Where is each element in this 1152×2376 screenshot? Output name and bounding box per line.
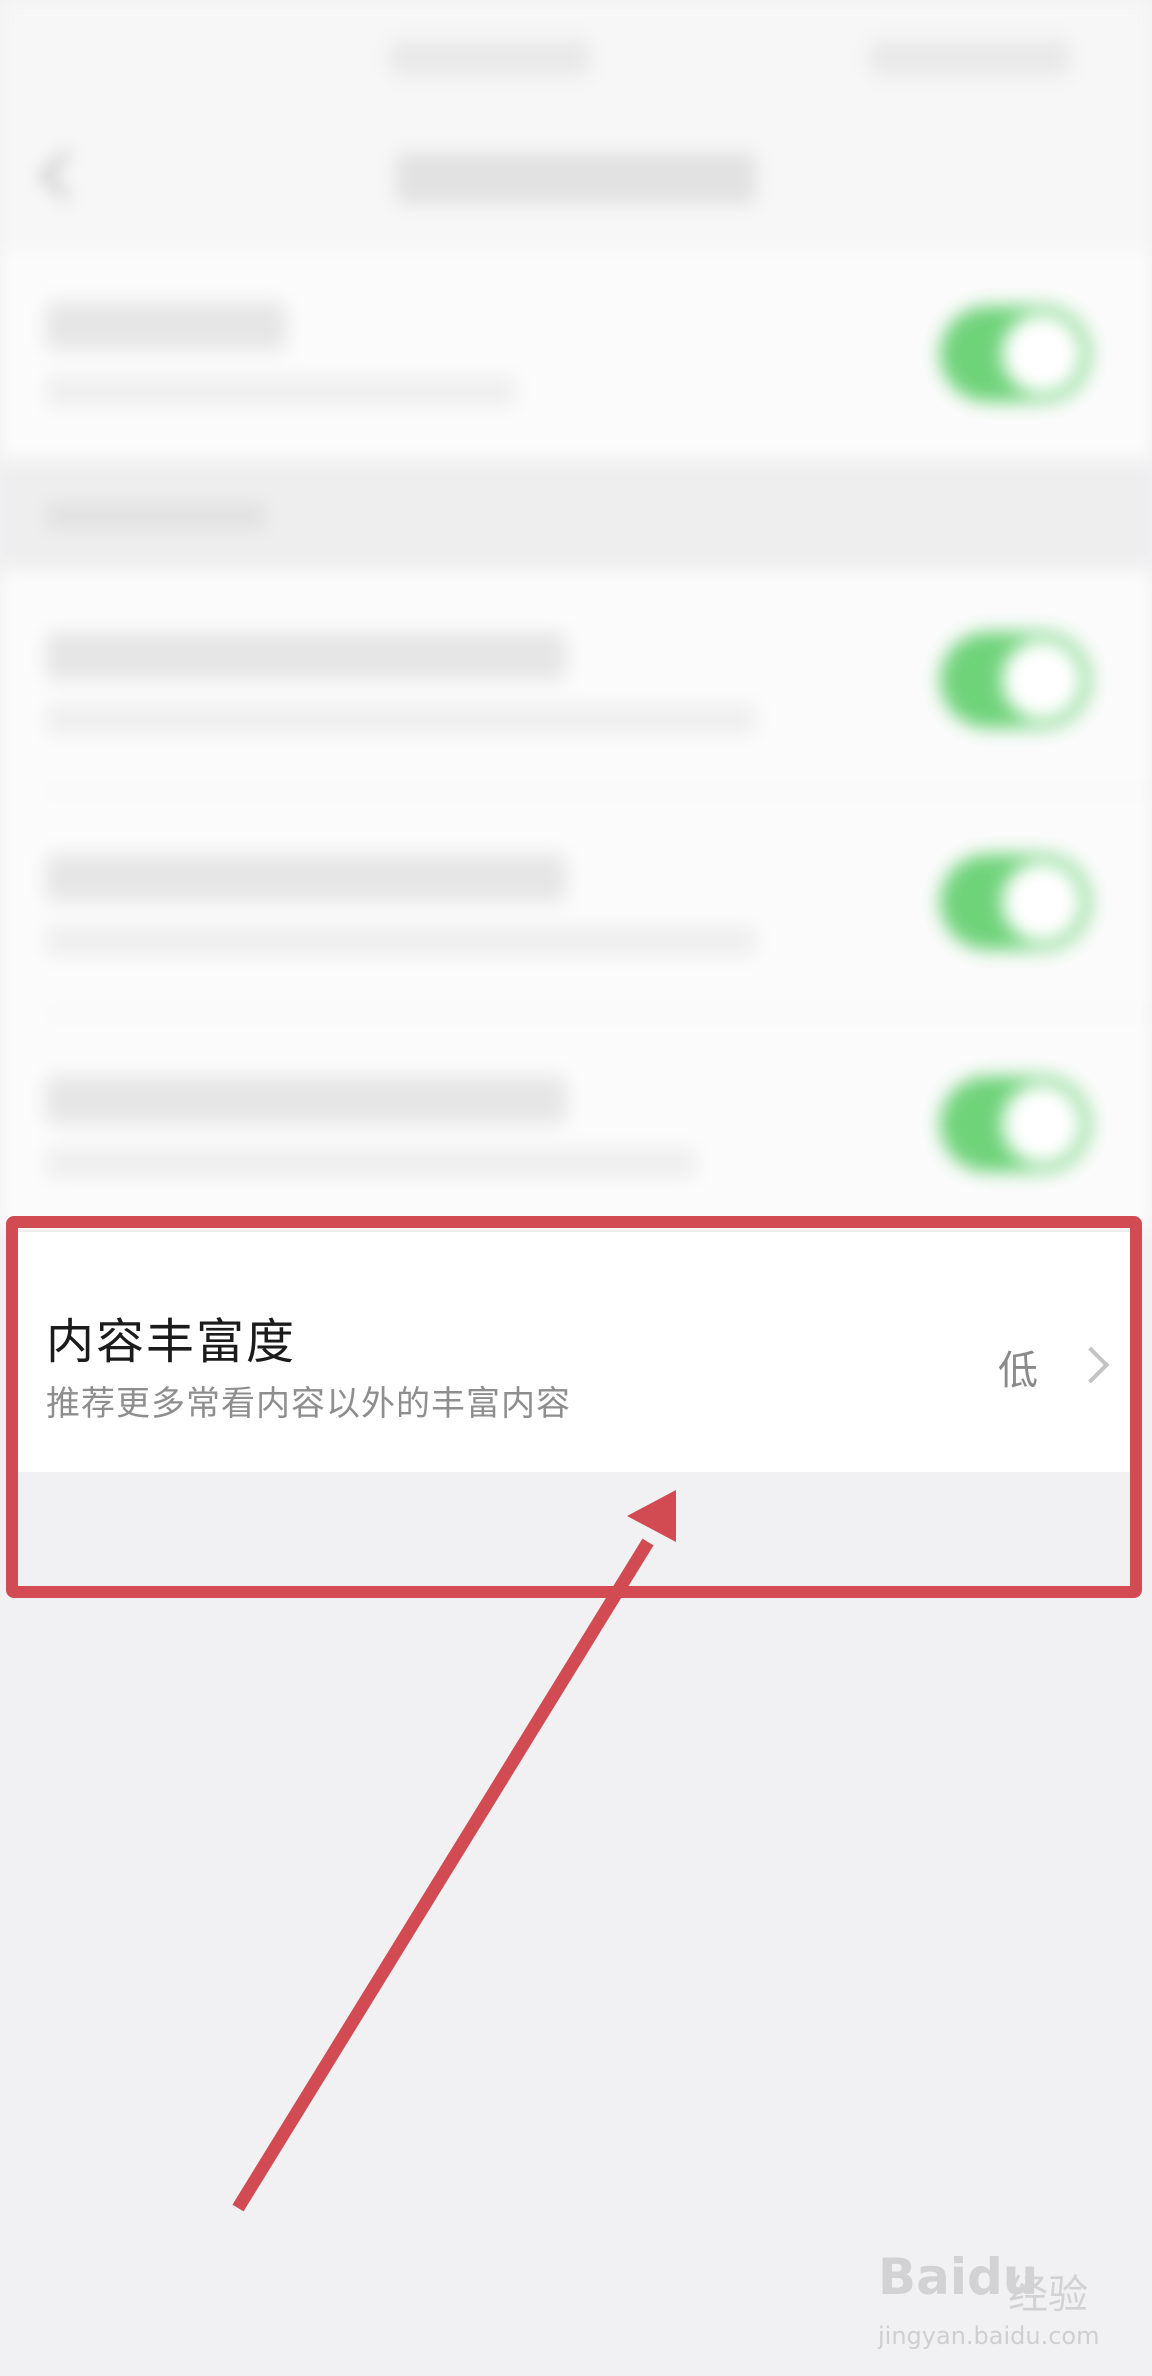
watermark-url: jingyan.baidu.com — [878, 2322, 1100, 2350]
arrow-head — [627, 1490, 676, 1542]
arrow-shaft — [232, 1538, 654, 2212]
annotation-arrow — [232, 1490, 676, 2212]
watermark-cn-text: 经验 — [1008, 2272, 1088, 2318]
baidu-jingyan-watermark: Baidu 经验 jingyan.baidu.com — [878, 2248, 1138, 2358]
